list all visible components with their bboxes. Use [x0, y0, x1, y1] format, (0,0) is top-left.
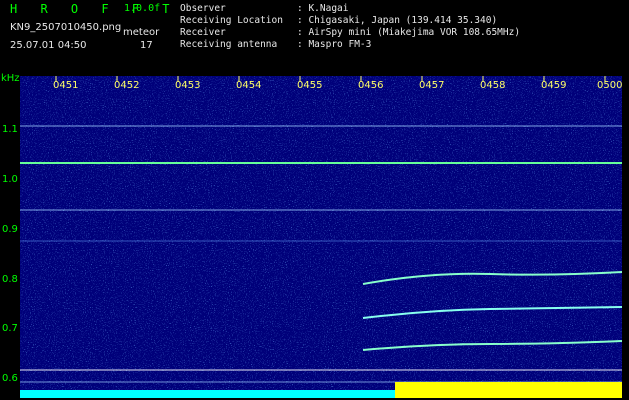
meteor-label: meteor — [123, 27, 160, 38]
antenna-value: : Maspro FM-3 — [297, 39, 372, 50]
receiver-value: : AirSpy mini (Miakejima VOR 108.65MHz) — [297, 27, 521, 38]
x-tick-0456: 0456 — [358, 80, 384, 91]
level-bar-cyan — [20, 390, 395, 398]
noise-texture — [20, 76, 622, 398]
timestamp: 25.07.01 04:50 — [10, 40, 87, 51]
level-bar-yellow — [395, 382, 622, 398]
app-version: 1.0.0f — [124, 3, 161, 14]
receiver-label: Receiver — [180, 27, 226, 38]
x-tick-0455: 0455 — [297, 80, 323, 91]
observer-label: Observer — [180, 3, 226, 14]
x-tick-0451: 0451 — [53, 80, 79, 91]
y-tick-0-7: 0.7 — [2, 323, 18, 334]
x-tick-0458: 0458 — [480, 80, 506, 91]
header-panel: H R O F F T 1.0.0f KN9_2507010450.png me… — [0, 0, 629, 72]
x-tick-0459: 0459 — [541, 80, 567, 91]
spectrogram-plot — [20, 76, 622, 398]
x-tick-0500: 0500 — [597, 80, 623, 91]
y-axis-unit: kHz — [1, 73, 20, 84]
observer-value: : K.Nagai — [297, 3, 349, 14]
y-tick-0-8: 0.8 — [2, 274, 18, 285]
y-tick-0-6: 0.6 — [2, 373, 18, 384]
x-tick-0452: 0452 — [114, 80, 140, 91]
meteor-count: 17 — [140, 40, 153, 51]
location-label: Receiving Location — [180, 15, 283, 26]
y-tick-1-0: 1.0 — [2, 174, 18, 185]
x-tick-0457: 0457 — [419, 80, 445, 91]
antenna-label: Receiving antenna — [180, 39, 278, 50]
x-tick-0454: 0454 — [236, 80, 262, 91]
file-name: KN9_2507010450.png — [10, 22, 122, 33]
y-tick-1-1: 1.1 — [2, 124, 18, 135]
location-value: : Chigasaki, Japan (139.414 35.340) — [297, 15, 498, 26]
x-tick-0453: 0453 — [175, 80, 201, 91]
y-tick-0-9: 0.9 — [2, 224, 18, 235]
